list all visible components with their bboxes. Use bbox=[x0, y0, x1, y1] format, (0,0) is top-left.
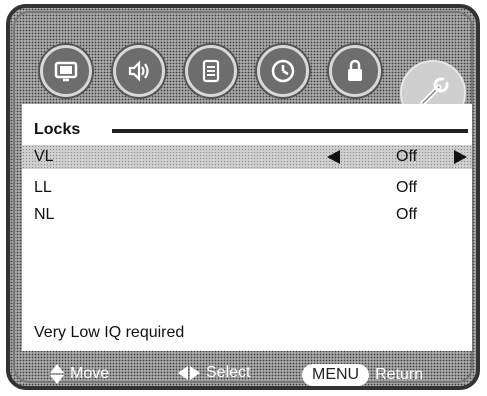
lock-icon bbox=[348, 59, 362, 81]
select-hint: Select bbox=[178, 364, 250, 382]
sound-tab[interactable] bbox=[113, 45, 165, 97]
menu-return-hint: MENU Return bbox=[302, 364, 423, 386]
help-text: Very Low IQ required bbox=[34, 324, 185, 341]
row-value: Off bbox=[396, 179, 418, 196]
left-right-arrows-icon bbox=[178, 366, 200, 380]
picture-tab[interactable] bbox=[40, 45, 92, 97]
locks-row-nl[interactable]: NL Off bbox=[22, 203, 472, 227]
up-down-arrows-icon bbox=[50, 364, 64, 384]
row-label: VL bbox=[34, 148, 54, 165]
locks-row-ll[interactable]: LL Off bbox=[22, 176, 472, 200]
menu-key[interactable]: MENU bbox=[302, 364, 370, 386]
move-hint: Move bbox=[50, 364, 109, 384]
setup-tab[interactable] bbox=[185, 45, 237, 97]
footer-bar: Move Select MENU Return bbox=[10, 352, 476, 386]
picture-icon bbox=[54, 61, 78, 82]
menu-icon-bar bbox=[10, 8, 476, 126]
move-label: Move bbox=[70, 365, 110, 382]
row-value: Off bbox=[396, 206, 418, 223]
locks-panel: Locks VL Off LL Off NL Off Very Low IQ r… bbox=[22, 104, 472, 351]
arrow-right-icon[interactable] bbox=[454, 150, 467, 164]
sound-icon bbox=[128, 60, 149, 82]
locks-row-vl[interactable]: VL Off bbox=[22, 145, 472, 169]
arrow-left-icon[interactable] bbox=[327, 150, 340, 164]
title-divider bbox=[112, 129, 468, 133]
setup-icon bbox=[202, 59, 220, 83]
clock-icon bbox=[271, 59, 295, 83]
lock-tab[interactable] bbox=[329, 45, 381, 97]
row-value: Off bbox=[396, 148, 418, 165]
select-label: Select bbox=[206, 364, 251, 381]
row-label: NL bbox=[34, 206, 55, 223]
tv-menu-screen: Locks VL Off LL Off NL Off Very Low IQ r… bbox=[6, 4, 480, 390]
row-label: LL bbox=[34, 179, 52, 196]
return-label: Return bbox=[375, 366, 424, 383]
clock-tab[interactable] bbox=[257, 45, 309, 97]
section-title: Locks bbox=[34, 121, 81, 138]
